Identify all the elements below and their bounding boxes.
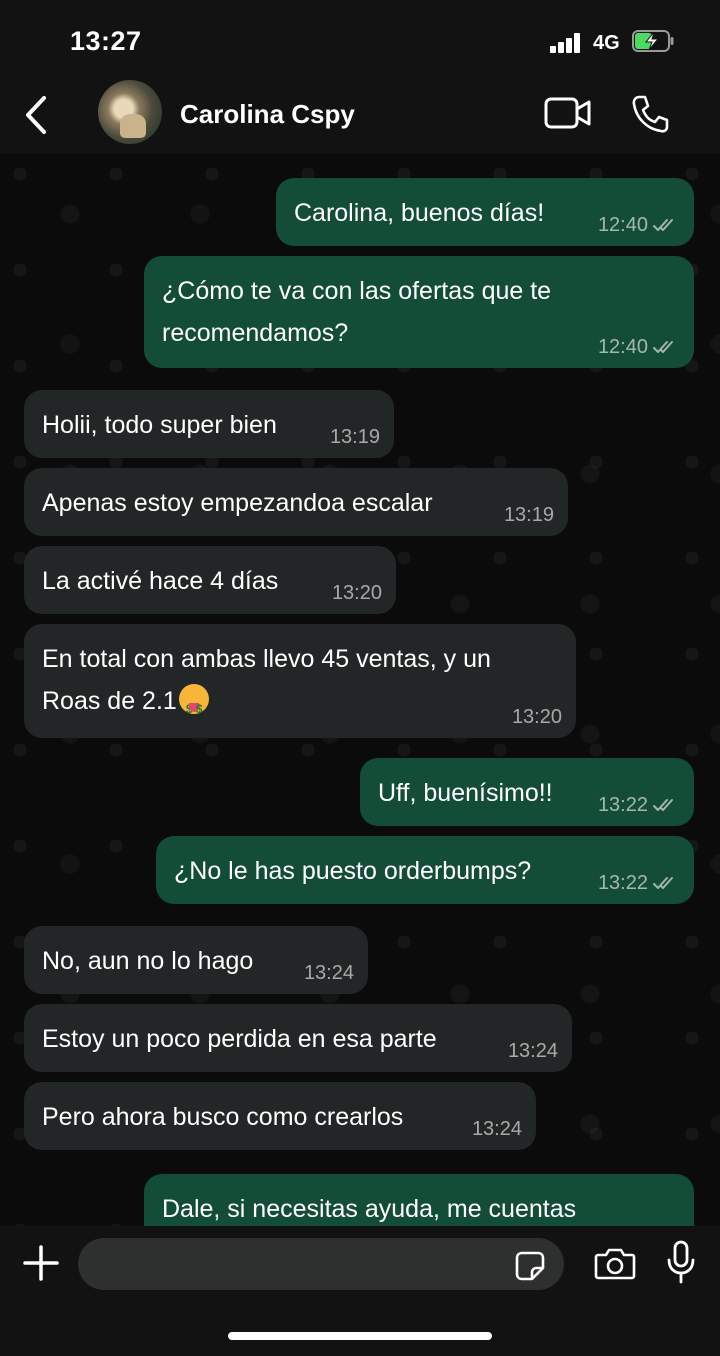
- message-meta: 13:19: [330, 426, 380, 448]
- message-meta: 13:24: [472, 1118, 522, 1140]
- double-check-icon: [653, 877, 673, 889]
- incoming-message[interactable]: Apenas estoy empezandoa escalar 13:19: [24, 468, 568, 536]
- message-time: 13:22: [597, 794, 648, 816]
- message-line: Apenas estoy empezandoa escalar: [42, 489, 433, 517]
- outgoing-message[interactable]: ¿No le has puesto orderbumps? 13:22: [156, 836, 694, 904]
- incoming-message[interactable]: Pero ahora busco como crearlos 13:24: [24, 1082, 536, 1150]
- message-line: Roas de 2.1: [42, 680, 491, 730]
- voice-call-icon[interactable]: [630, 94, 670, 134]
- avatar[interactable]: [98, 80, 162, 144]
- outgoing-message[interactable]: ¿Cómo te va con las ofertas que te recome…: [144, 256, 694, 368]
- money-mouth-face-icon: [178, 684, 209, 730]
- incoming-message[interactable]: En total con ambas llevo 45 ventas, y un…: [24, 624, 576, 738]
- message-text: Carolina, buenos días!: [294, 192, 544, 234]
- status-time: 13:27: [70, 26, 142, 56]
- message-line: No, aun no lo hago: [42, 947, 254, 975]
- message-text: La activé hace 4 días: [42, 560, 278, 602]
- incoming-message[interactable]: Holii, todo super bien 13:19: [24, 390, 394, 458]
- sticker-icon[interactable]: [514, 1250, 546, 1282]
- message-time: 12:40: [597, 214, 648, 236]
- message-line: Carolina, buenos días!: [294, 199, 545, 227]
- message-time: 13:20: [511, 706, 562, 728]
- message-meta: 13:24: [508, 1040, 558, 1062]
- message-line: Uff, buenísimo!!: [378, 779, 553, 807]
- message-time: 13:24: [507, 1040, 558, 1062]
- message-text: Pero ahora busco como crearlos: [42, 1096, 403, 1138]
- message-line: Pero ahora busco como crearlos: [42, 1103, 404, 1131]
- home-indicator[interactable]: [228, 1332, 492, 1340]
- message-input[interactable]: [78, 1238, 564, 1290]
- message-meta: 13:24: [304, 962, 354, 984]
- message-line: Dale, si necesitas ayuda, me cuentas: [162, 1195, 577, 1223]
- battery-icon: [632, 30, 674, 52]
- message-time: 13:22: [597, 872, 648, 894]
- message-text: Apenas estoy empezandoa escalar: [42, 482, 433, 524]
- message-time: 13:24: [471, 1118, 522, 1140]
- contact-name[interactable]: Carolina Cspy: [180, 99, 355, 130]
- incoming-message[interactable]: La activé hace 4 días 13:20: [24, 546, 396, 614]
- message-line: La activé hace 4 días: [42, 567, 279, 595]
- message-line: En total con ambas llevo 45 ventas, y un: [42, 645, 491, 673]
- outgoing-message[interactable]: Dale, si necesitas ayuda, me cuentas: [144, 1174, 694, 1226]
- chat-area[interactable]: Carolina, buenos días! 12:40 ¿Cómo te va c…: [0, 154, 720, 1226]
- status-bar: 13:27 4G: [0, 0, 720, 80]
- message-meta: 13:20: [512, 706, 562, 728]
- message-time: 13:19: [329, 426, 380, 448]
- video-call-icon[interactable]: [544, 96, 592, 130]
- message-line: Estoy un poco perdida en esa parte: [42, 1025, 437, 1053]
- double-check-icon: [653, 341, 673, 353]
- outgoing-message[interactable]: Uff, buenísimo!! 13:22: [360, 758, 694, 826]
- double-check-icon: [653, 219, 673, 231]
- message-line: ¿No le has puesto orderbumps?: [174, 857, 532, 885]
- message-text: Dale, si necesitas ayuda, me cuentas: [162, 1188, 576, 1226]
- message-time: 13:24: [303, 962, 354, 984]
- network-type: 4G: [593, 32, 620, 54]
- message-text: ¿No le has puesto orderbumps?: [174, 850, 531, 892]
- message-line: recomendamos?: [162, 319, 349, 347]
- message-meta: 12:40: [598, 214, 680, 236]
- message-time: 13:19: [503, 504, 554, 526]
- input-bar: [0, 1226, 720, 1356]
- message-meta: 13:22: [598, 794, 680, 816]
- message-text: Estoy un poco perdida en esa parte: [42, 1018, 437, 1060]
- message-time: 12:40: [597, 336, 648, 358]
- camera-icon[interactable]: [594, 1246, 636, 1280]
- chat-header: Carolina Cspy: [0, 80, 720, 154]
- double-check-icon: [653, 799, 673, 811]
- message-meta: 12:40: [598, 336, 680, 358]
- incoming-message[interactable]: Estoy un poco perdida en esa parte 13:24: [24, 1004, 572, 1072]
- mic-icon[interactable]: [666, 1240, 696, 1284]
- message-text: Holii, todo super bien: [42, 404, 277, 446]
- plus-icon[interactable]: [22, 1244, 60, 1282]
- message-meta: 13:20: [332, 582, 382, 604]
- outgoing-message[interactable]: Carolina, buenos días! 12:40: [276, 178, 694, 246]
- message-line: Holii, todo super bien: [42, 411, 277, 439]
- message-line: ¿Cómo te va con las ofertas que te: [162, 277, 552, 305]
- message-text: ¿Cómo te va con las ofertas que te recome…: [162, 270, 551, 354]
- back-icon[interactable]: [20, 92, 54, 138]
- message-meta: 13:19: [504, 504, 554, 526]
- message-text: En total con ambas llevo 45 ventas, y un…: [42, 638, 491, 730]
- message-line-text: Roas de 2.1: [42, 687, 177, 715]
- signal-icon: [550, 33, 582, 53]
- message-text: Uff, buenísimo!!: [378, 772, 553, 814]
- incoming-message[interactable]: No, aun no lo hago 13:24: [24, 926, 368, 994]
- message-meta: 13:22: [598, 872, 680, 894]
- message-text: No, aun no lo hago: [42, 940, 253, 982]
- message-time: 13:20: [331, 582, 382, 604]
